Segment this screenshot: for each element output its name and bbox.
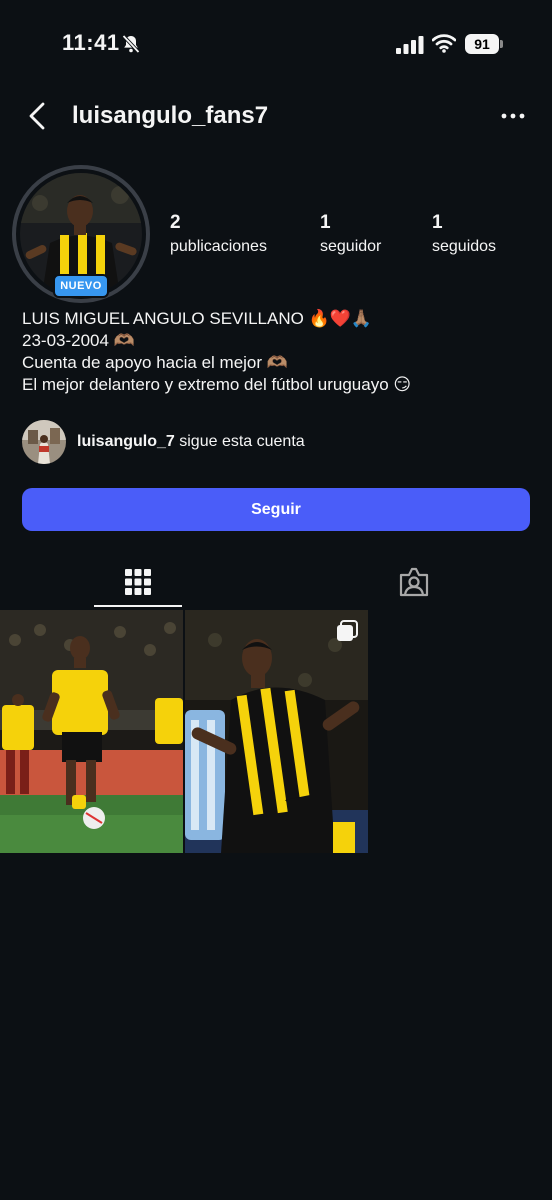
bio-line-birthdate: 23-03-2004 🫶🏽	[22, 331, 135, 350]
posts-label: publicaciones	[170, 238, 267, 255]
followed-by-row[interactable]: luisangulo_7 sigue esta cuenta	[22, 420, 532, 464]
follower-username[interactable]: luisangulo_7	[77, 433, 175, 450]
following-count: 1	[432, 212, 443, 233]
battery-icon: 91	[465, 34, 503, 54]
profile-bio: LUIS MIGUEL ANGULO SEVILLANO 🔥❤️🙏🏽 23-03…	[22, 308, 532, 396]
battery-level: 91	[465, 34, 499, 54]
battery-tip	[500, 40, 503, 48]
status-bar: 11:41 91	[0, 0, 552, 90]
post-thumbnail-1[interactable]	[0, 610, 183, 853]
signal-bars-icon	[396, 36, 424, 54]
grid-icon	[125, 569, 151, 595]
bio-line-support: Cuenta de apoyo hacia el mejor 🫶🏽	[22, 353, 288, 372]
player-celebration-photo	[185, 610, 368, 853]
post-thumbnail-2[interactable]	[185, 610, 368, 853]
follow-button[interactable]: Seguir	[22, 488, 530, 531]
following-stat[interactable]: 1 seguidos	[432, 210, 496, 258]
bio-line-description: El mejor delantero y extremo del fútbol …	[22, 375, 412, 394]
tagged-person-icon	[399, 567, 429, 597]
wifi-icon	[432, 34, 456, 53]
instagram-profile-screen: 11:41 91 luisangulo_fans7 NUEVO 2 public…	[0, 0, 552, 1200]
status-time: 11:41	[62, 30, 120, 55]
tab-grid[interactable]	[0, 556, 276, 608]
following-label: seguidos	[432, 238, 497, 255]
posts-stat[interactable]: 2 publicaciones	[170, 210, 267, 258]
profile-username: luisangulo_fans7	[72, 102, 269, 129]
followed-by-text: luisangulo_7 sigue esta cuenta	[77, 431, 305, 453]
carousel-icon	[337, 620, 358, 641]
followers-stat[interactable]: 1 seguidor	[320, 210, 381, 258]
follower-avatar-image	[22, 420, 66, 464]
tab-tagged[interactable]	[276, 556, 552, 608]
player-training-photo	[0, 610, 183, 853]
bell-slash-icon	[122, 34, 140, 54]
chevron-left-icon[interactable]	[26, 100, 50, 132]
ellipsis-icon[interactable]	[498, 104, 528, 128]
bio-line-name: LUIS MIGUEL ANGULO SEVILLANO 🔥❤️🙏🏽	[22, 309, 373, 328]
new-badge: NUEVO	[53, 274, 109, 298]
followers-label: seguidor	[320, 238, 382, 255]
follows-this-account-text: sigue esta cuenta	[179, 433, 305, 450]
posts-count: 2	[170, 212, 181, 233]
active-tab-indicator	[94, 605, 182, 607]
followers-count: 1	[320, 212, 331, 233]
follower-avatar[interactable]	[22, 420, 66, 464]
